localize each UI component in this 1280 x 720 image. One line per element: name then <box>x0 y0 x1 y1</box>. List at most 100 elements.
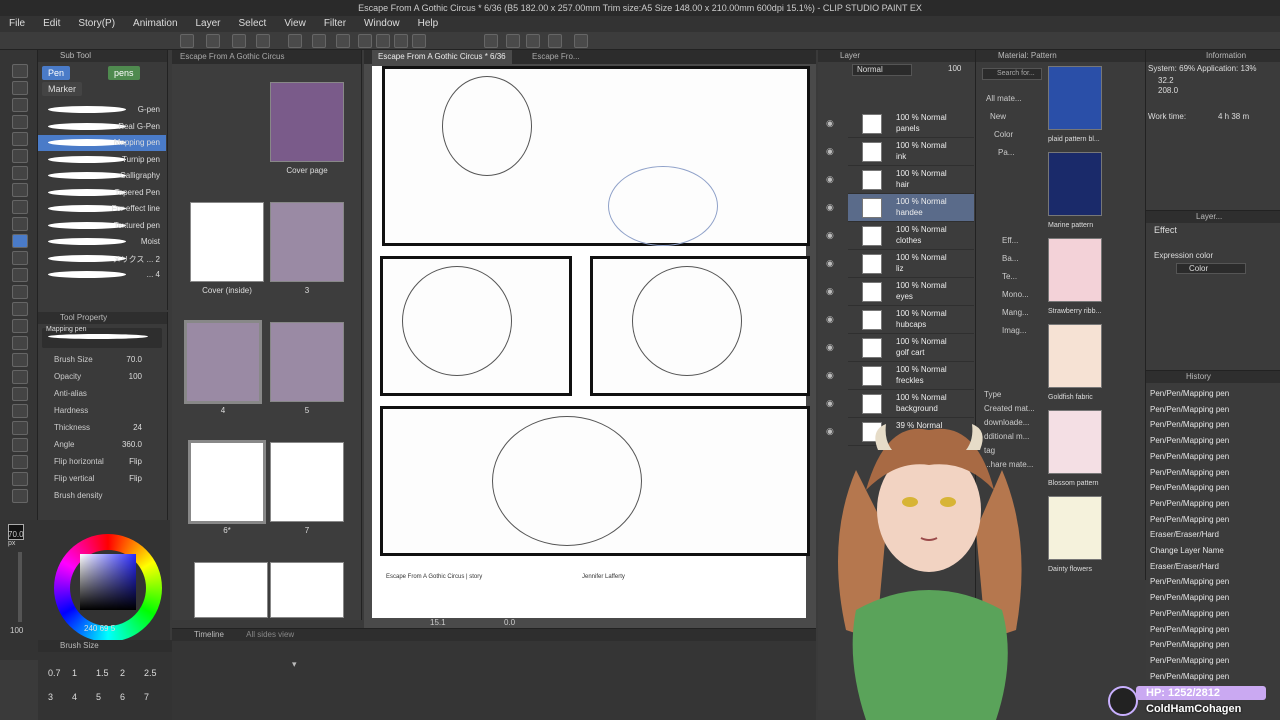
material-swatch[interactable] <box>1048 410 1102 474</box>
menu-item-animation[interactable]: Animation <box>124 16 186 32</box>
rotation-readout[interactable]: 0.0 <box>504 618 515 627</box>
layer-opacity[interactable]: 100 <box>948 64 961 73</box>
tool-button-13[interactable] <box>12 285 28 299</box>
tool-button-12[interactable] <box>12 268 28 282</box>
history-item[interactable]: Eraser/Eraser/Hard <box>1150 562 1219 571</box>
history-item[interactable]: Pen/Pen/Mapping pen <box>1150 468 1229 477</box>
brush-size-preset[interactable]: 3 <box>48 692 53 702</box>
material-tree-item[interactable]: Mang... <box>1002 308 1029 317</box>
property-value[interactable]: 70.0 <box>126 355 142 364</box>
history-item[interactable]: Pen/Pen/Mapping pen <box>1150 499 1229 508</box>
brush-size-preset[interactable]: 4 <box>72 692 77 702</box>
material-swatch[interactable] <box>1048 324 1102 388</box>
toolbar-button-6[interactable] <box>336 34 350 48</box>
toolbar-button-0[interactable] <box>180 34 194 48</box>
tool-button-10[interactable] <box>12 234 28 248</box>
eye-icon[interactable]: ◉ <box>826 258 834 269</box>
page-thumbnail[interactable] <box>184 320 262 404</box>
history-item[interactable]: Pen/Pen/Mapping pen <box>1150 405 1229 414</box>
material-tree-item[interactable]: Mono... <box>1002 290 1029 299</box>
brush-item[interactable]: Mapping pen <box>38 135 166 151</box>
history-item[interactable]: Pen/Pen/Mapping pen <box>1150 640 1229 649</box>
page-thumbnail[interactable] <box>270 82 344 162</box>
toolbar-button-13[interactable] <box>526 34 540 48</box>
toolbar-button-5[interactable] <box>312 34 326 48</box>
brush-item[interactable]: For effect line <box>38 201 166 217</box>
tab-other-page[interactable]: Escape Fro... <box>526 50 586 64</box>
brush-item[interactable]: Calligraphy <box>38 168 166 184</box>
history-item[interactable]: Pen/Pen/Mapping pen <box>1150 389 1229 398</box>
layer-row[interactable]: ◉ 100 % Normal clothes <box>826 222 974 250</box>
property-value[interactable]: Flip <box>129 474 142 483</box>
material-tree-item[interactable]: Te... <box>1002 272 1017 281</box>
brush-item[interactable]: Tapered Pen <box>38 185 166 201</box>
material-tree-item[interactable]: Color <box>994 130 1013 139</box>
tool-button-6[interactable] <box>12 166 28 180</box>
eye-icon[interactable]: ◉ <box>826 286 834 297</box>
tool-button-23[interactable] <box>12 455 28 469</box>
menu-item-help[interactable]: Help <box>409 16 448 32</box>
toolbar-button-7[interactable] <box>358 34 372 48</box>
toolbar-button-1[interactable] <box>206 34 220 48</box>
history-item[interactable]: Pen/Pen/Mapping pen <box>1150 672 1229 681</box>
eye-icon[interactable]: ◉ <box>826 314 834 325</box>
material-swatch[interactable] <box>1048 66 1102 130</box>
brush-size-preset[interactable]: 6 <box>120 692 125 702</box>
eye-icon[interactable]: ◉ <box>826 342 834 353</box>
material-tree-item[interactable]: Pa... <box>998 148 1014 157</box>
menu-item-select[interactable]: Select <box>230 16 276 32</box>
expression-color-select[interactable]: Color <box>1176 263 1246 274</box>
tool-button-0[interactable] <box>12 64 28 78</box>
menu-item-window[interactable]: Window <box>355 16 409 32</box>
page-thumbnail-next-left[interactable] <box>194 562 268 618</box>
brush-size-preset[interactable]: 7 <box>144 692 149 702</box>
toolbar-button-10[interactable] <box>412 34 426 48</box>
tool-button-21[interactable] <box>12 421 28 435</box>
brush-size-preset[interactable]: 1.5 <box>96 668 109 678</box>
history-item[interactable]: Pen/Pen/Mapping pen <box>1150 452 1229 461</box>
brush-size-preset[interactable]: 1 <box>72 668 77 678</box>
toolbar-button-3[interactable] <box>256 34 270 48</box>
page-thumbnail[interactable] <box>188 440 266 524</box>
material-swatch[interactable] <box>1048 152 1102 216</box>
brush-size-preset[interactable]: 5 <box>96 692 101 702</box>
property-row[interactable]: Anti-alias <box>38 388 166 402</box>
history-item[interactable]: Eraser/Eraser/Hard <box>1150 530 1219 539</box>
eye-icon[interactable]: ◉ <box>826 118 834 129</box>
history-item[interactable]: Pen/Pen/Mapping pen <box>1150 420 1229 429</box>
saturation-value-square[interactable] <box>80 554 136 610</box>
tab-current-page[interactable]: Escape From A Gothic Circus * 6/36 <box>372 50 512 64</box>
eye-icon[interactable]: ◉ <box>826 230 834 241</box>
toolbar-button-8[interactable] <box>376 34 390 48</box>
tool-button-11[interactable] <box>12 251 28 265</box>
tool-button-20[interactable] <box>12 404 28 418</box>
tab-pen[interactable]: Pen <box>42 66 71 80</box>
tool-button-14[interactable] <box>12 302 28 316</box>
brush-size-preset[interactable]: 2 <box>120 668 125 678</box>
brush-size-preset[interactable]: 2.5 <box>144 668 157 678</box>
timeline-title[interactable]: Timeline <box>194 630 224 639</box>
menu-item-edit[interactable]: Edit <box>34 16 69 32</box>
property-value[interactable]: 100 <box>129 372 142 381</box>
property-row[interactable]: Brush density <box>38 490 166 504</box>
material-tree-item[interactable]: Eff... <box>1002 236 1018 245</box>
property-value[interactable]: 360.0 <box>122 440 142 449</box>
tool-button-17[interactable] <box>12 353 28 367</box>
page-manager-tab[interactable]: Escape From A Gothic Circus <box>172 50 361 64</box>
eye-icon[interactable]: ◉ <box>826 370 834 381</box>
page-thumbnail[interactable] <box>270 202 344 282</box>
tool-button-8[interactable] <box>12 200 28 214</box>
toolbar-button-14[interactable] <box>548 34 562 48</box>
menu-item-filter[interactable]: Filter <box>315 16 355 32</box>
size-slider[interactable] <box>18 552 22 622</box>
manga-page[interactable]: Escape From A Gothic Circus | story Jenn… <box>372 66 810 618</box>
layer-row[interactable]: ◉ 100 % Normal hubcaps <box>826 306 974 334</box>
property-row[interactable]: Brush Size 70.0 <box>38 354 166 368</box>
material-tree-item[interactable]: Imag... <box>1002 326 1026 335</box>
material-search[interactable]: Search for... <box>982 68 1042 80</box>
brush-item[interactable]: ... 4 <box>38 267 166 283</box>
history-item[interactable]: Pen/Pen/Mapping pen <box>1150 593 1229 602</box>
page-thumbnail[interactable] <box>190 202 264 282</box>
brush-size-preset[interactable]: 0.7 <box>48 668 61 678</box>
history-item[interactable]: Pen/Pen/Mapping pen <box>1150 577 1229 586</box>
